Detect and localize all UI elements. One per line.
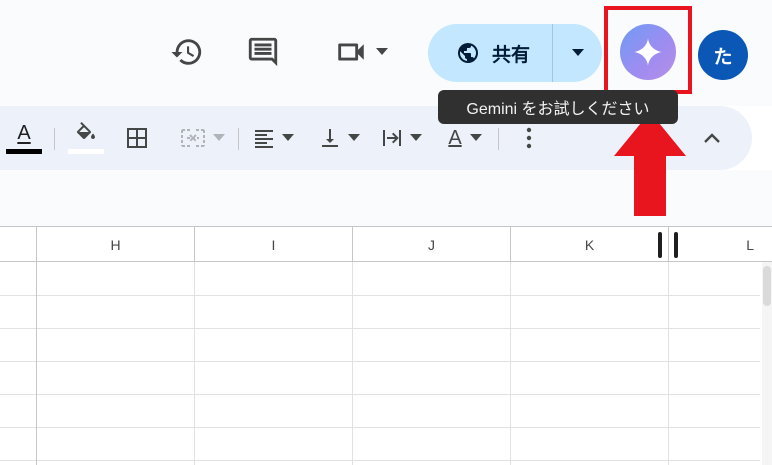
collapse-toolbar-button[interactable] [692,106,732,170]
grid-col-line [36,262,37,465]
grid-col-line [668,262,669,465]
fill-color-button[interactable] [66,106,106,170]
history-icon [171,39,202,65]
grid-row-line [0,295,760,296]
arrow-up-icon [614,112,686,216]
scrollbar-thumb[interactable] [763,266,771,306]
grid-col-line [510,262,511,465]
grid-row-line [0,460,760,461]
cell-grid[interactable] [0,262,760,465]
toolbar-divider [498,128,499,150]
grid-row-line [0,394,760,395]
grid-row-line [0,361,760,362]
chevron-down-icon [213,134,225,141]
chevron-down-icon [469,134,482,141]
vertical-align-button[interactable] [310,106,368,170]
row-header-corner [0,227,37,263]
chevron-down-icon [348,134,360,141]
toolbar-divider [238,128,239,150]
text-color-swatch [6,148,42,154]
share-button-group: 共有 [428,24,602,82]
grid-col-line [352,262,353,465]
align-bottom-icon [322,129,338,147]
version-history-button[interactable] [168,33,206,71]
text-rotation-icon: A [448,126,462,149]
merge-cells-button[interactable] [170,106,234,170]
column-header-i[interactable]: I [195,227,353,263]
video-camera-icon [338,43,364,61]
sparkle-icon [634,38,662,66]
fill-color-swatch [68,149,104,154]
text-wrap-icon [383,130,401,146]
gemini-highlight-box [604,6,692,94]
text-wrap-button[interactable] [374,106,428,170]
globe-icon [458,43,478,63]
gemini-button[interactable] [620,24,676,80]
toolbar-divider [54,128,55,150]
chevron-down-icon [571,49,584,56]
column-header-h[interactable]: H [37,227,195,263]
share-dropdown-button[interactable] [553,49,602,57]
comments-button[interactable] [244,33,282,71]
column-header-l[interactable]: L [669,227,772,263]
grid-row-line [0,427,760,428]
gemini-tooltip: Gemini をお試しください [438,90,678,124]
text-color-icon: A [17,121,31,144]
grid-col-line [194,262,195,465]
account-avatar[interactable]: た [698,30,748,80]
more-vert-icon [526,127,532,149]
column-header-j[interactable]: J [353,227,511,263]
borders-icon [127,128,147,148]
align-left-icon [255,130,273,148]
column-resize-handle[interactable] [658,232,678,258]
column-header-k[interactable]: K [511,227,669,263]
vertical-scrollbar[interactable] [762,262,772,465]
borders-button[interactable] [118,106,156,170]
chevron-down-icon [376,48,388,55]
text-color-button[interactable]: A [4,106,44,170]
merge-cells-icon [181,129,205,147]
share-button[interactable]: 共有 [428,24,552,82]
horizontal-align-button[interactable] [244,106,302,170]
column-header-row: H I J K L [0,226,772,263]
grid-row-line [0,328,760,329]
meet-button[interactable] [328,34,394,70]
comment-icon [248,37,278,67]
chevron-down-icon [410,134,422,141]
paint-bucket-icon [76,122,95,139]
share-label: 共有 [492,44,531,66]
chevron-up-icon [704,133,720,143]
chevron-down-icon [282,134,294,141]
